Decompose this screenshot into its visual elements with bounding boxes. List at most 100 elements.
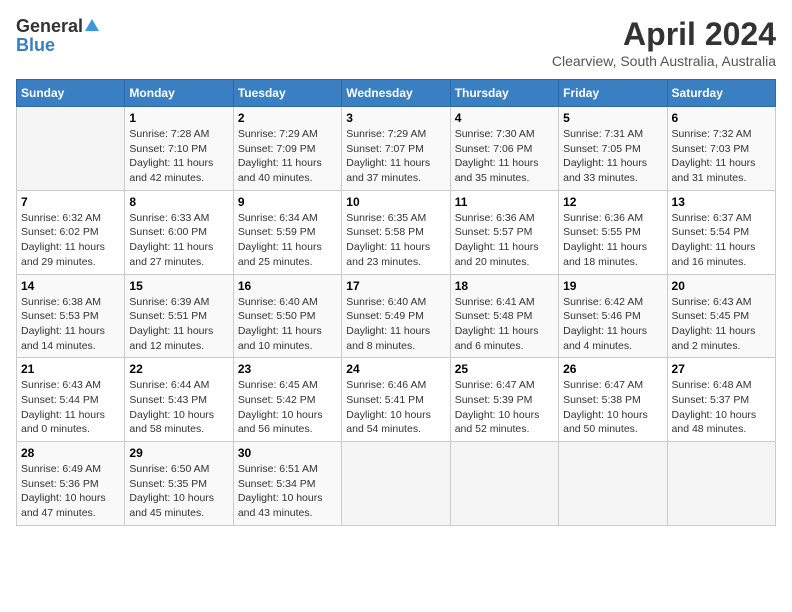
header-thursday: Thursday [450, 80, 558, 107]
day-number: 26 [563, 362, 662, 376]
day-number: 4 [455, 111, 554, 125]
day-info: Sunrise: 6:48 AMSunset: 5:37 PMDaylight:… [672, 378, 771, 437]
calendar-cell: 26 Sunrise: 6:47 AMSunset: 5:38 PMDayligh… [559, 358, 667, 442]
day-info: Sunrise: 6:51 AMSunset: 5:34 PMDaylight:… [238, 462, 337, 521]
calendar-cell: 29 Sunrise: 6:50 AMSunset: 5:35 PMDayligh… [125, 442, 233, 526]
day-number: 15 [129, 279, 228, 293]
day-number: 19 [563, 279, 662, 293]
calendar-cell: 2 Sunrise: 7:29 AMSunset: 7:09 PMDaylight… [233, 107, 341, 191]
calendar-cell: 17Sunrise: 6:40 AMSunset: 5:49 PMDayligh… [342, 274, 450, 358]
day-number: 21 [21, 362, 120, 376]
day-number: 27 [672, 362, 771, 376]
day-info: Sunrise: 6:36 AMSunset: 5:55 PMDaylight:… [563, 211, 662, 270]
day-info: Sunrise: 6:41 AMSunset: 5:48 PMDaylight:… [455, 295, 554, 354]
calendar-cell [17, 107, 125, 191]
day-number: 13 [672, 195, 771, 209]
calendar-cell: 19 Sunrise: 6:42 AMSunset: 5:46 PMDayligh… [559, 274, 667, 358]
calendar-cell [559, 442, 667, 526]
day-info: Sunrise: 7:29 AMSunset: 7:09 PMDaylight:… [238, 127, 337, 186]
day-number: 1 [129, 111, 228, 125]
day-info: Sunrise: 6:47 AMSunset: 5:38 PMDaylight:… [563, 378, 662, 437]
calendar-cell: 25 Sunrise: 6:47 AMSunset: 5:39 PMDayligh… [450, 358, 558, 442]
day-number: 30 [238, 446, 337, 460]
day-number: 16 [238, 279, 337, 293]
calendar-table: SundayMondayTuesdayWednesdayThursdayFrid… [16, 79, 776, 526]
day-info: Sunrise: 7:29 AMSunset: 7:07 PMDaylight:… [346, 127, 445, 186]
day-number: 20 [672, 279, 771, 293]
day-number: 28 [21, 446, 120, 460]
day-info: Sunrise: 6:46 AMSunset: 5:41 PMDaylight:… [346, 378, 445, 437]
day-number: 6 [672, 111, 771, 125]
calendar-cell: 30 Sunrise: 6:51 AMSunset: 5:34 PMDayligh… [233, 442, 341, 526]
header-wednesday: Wednesday [342, 80, 450, 107]
day-info: Sunrise: 6:35 AMSunset: 5:58 PMDaylight:… [346, 211, 445, 270]
day-number: 17 [346, 279, 445, 293]
day-info: Sunrise: 7:28 AMSunset: 7:10 PMDaylight:… [129, 127, 228, 186]
day-number: 11 [455, 195, 554, 209]
day-info: Sunrise: 6:37 AMSunset: 5:54 PMDaylight:… [672, 211, 771, 270]
day-info: Sunrise: 6:42 AMSunset: 5:46 PMDaylight:… [563, 295, 662, 354]
calendar-cell [342, 442, 450, 526]
calendar-cell: 14Sunrise: 6:38 AMSunset: 5:53 PMDayligh… [17, 274, 125, 358]
week-row-2: 7 Sunrise: 6:32 AMSunset: 6:02 PMDaylight… [17, 190, 776, 274]
page-header: General Blue April 2024 Clearview, South… [16, 16, 776, 69]
day-number: 18 [455, 279, 554, 293]
header-tuesday: Tuesday [233, 80, 341, 107]
calendar-cell: 8 Sunrise: 6:33 AMSunset: 6:00 PMDaylight… [125, 190, 233, 274]
calendar-cell: 18 Sunrise: 6:41 AMSunset: 5:48 PMDayligh… [450, 274, 558, 358]
calendar-cell: 12 Sunrise: 6:36 AMSunset: 5:55 PMDayligh… [559, 190, 667, 274]
day-number: 5 [563, 111, 662, 125]
day-info: Sunrise: 6:33 AMSunset: 6:00 PMDaylight:… [129, 211, 228, 270]
day-number: 7 [21, 195, 120, 209]
week-row-5: 28Sunrise: 6:49 AMSunset: 5:36 PMDayligh… [17, 442, 776, 526]
calendar-cell: 15 Sunrise: 6:39 AMSunset: 5:51 PMDayligh… [125, 274, 233, 358]
day-number: 24 [346, 362, 445, 376]
day-number: 2 [238, 111, 337, 125]
day-number: 10 [346, 195, 445, 209]
title-area: April 2024 Clearview, South Australia, A… [552, 16, 776, 69]
day-number: 8 [129, 195, 228, 209]
calendar-cell: 23Sunrise: 6:45 AMSunset: 5:42 PMDayligh… [233, 358, 341, 442]
day-number: 3 [346, 111, 445, 125]
calendar-cell: 10 Sunrise: 6:35 AMSunset: 5:58 PMDayligh… [342, 190, 450, 274]
week-row-4: 21Sunrise: 6:43 AMSunset: 5:44 PMDayligh… [17, 358, 776, 442]
location-text: Clearview, South Australia, Australia [552, 53, 776, 69]
logo: General Blue [16, 16, 99, 56]
day-info: Sunrise: 6:47 AMSunset: 5:39 PMDaylight:… [455, 378, 554, 437]
calendar-cell: 6Sunrise: 7:32 AMSunset: 7:03 PMDaylight… [667, 107, 775, 191]
header-saturday: Saturday [667, 80, 775, 107]
day-info: Sunrise: 6:40 AMSunset: 5:50 PMDaylight:… [238, 295, 337, 354]
calendar-header-row: SundayMondayTuesdayWednesdayThursdayFrid… [17, 80, 776, 107]
calendar-cell: 22 Sunrise: 6:44 AMSunset: 5:43 PMDayligh… [125, 358, 233, 442]
day-info: Sunrise: 6:39 AMSunset: 5:51 PMDaylight:… [129, 295, 228, 354]
day-info: Sunrise: 6:44 AMSunset: 5:43 PMDaylight:… [129, 378, 228, 437]
day-number: 25 [455, 362, 554, 376]
day-info: Sunrise: 6:36 AMSunset: 5:57 PMDaylight:… [455, 211, 554, 270]
calendar-cell: 9Sunrise: 6:34 AMSunset: 5:59 PMDaylight… [233, 190, 341, 274]
calendar-cell [450, 442, 558, 526]
day-info: Sunrise: 6:32 AMSunset: 6:02 PMDaylight:… [21, 211, 120, 270]
calendar-cell: 4 Sunrise: 7:30 AMSunset: 7:06 PMDaylight… [450, 107, 558, 191]
header-friday: Friday [559, 80, 667, 107]
day-info: Sunrise: 7:30 AMSunset: 7:06 PMDaylight:… [455, 127, 554, 186]
day-info: Sunrise: 7:31 AMSunset: 7:05 PMDaylight:… [563, 127, 662, 186]
calendar-cell: 13 Sunrise: 6:37 AMSunset: 5:54 PMDayligh… [667, 190, 775, 274]
day-number: 23 [238, 362, 337, 376]
calendar-cell: 20 Sunrise: 6:43 AMSunset: 5:45 PMDayligh… [667, 274, 775, 358]
logo-triangle-icon [85, 19, 99, 31]
calendar-cell: 11 Sunrise: 6:36 AMSunset: 5:57 PMDayligh… [450, 190, 558, 274]
calendar-cell: 5 Sunrise: 7:31 AMSunset: 7:05 PMDaylight… [559, 107, 667, 191]
day-number: 9 [238, 195, 337, 209]
day-number: 22 [129, 362, 228, 376]
week-row-1: 1 Sunrise: 7:28 AMSunset: 7:10 PMDaylight… [17, 107, 776, 191]
day-number: 12 [563, 195, 662, 209]
calendar-cell [667, 442, 775, 526]
logo-blue: Blue [16, 35, 55, 56]
day-info: Sunrise: 6:43 AMSunset: 5:45 PMDaylight:… [672, 295, 771, 354]
calendar-cell: 1 Sunrise: 7:28 AMSunset: 7:10 PMDaylight… [125, 107, 233, 191]
day-number: 14 [21, 279, 120, 293]
calendar-cell: 28Sunrise: 6:49 AMSunset: 5:36 PMDayligh… [17, 442, 125, 526]
day-number: 29 [129, 446, 228, 460]
day-info: Sunrise: 6:50 AMSunset: 5:35 PMDaylight:… [129, 462, 228, 521]
calendar-cell: 7 Sunrise: 6:32 AMSunset: 6:02 PMDaylight… [17, 190, 125, 274]
